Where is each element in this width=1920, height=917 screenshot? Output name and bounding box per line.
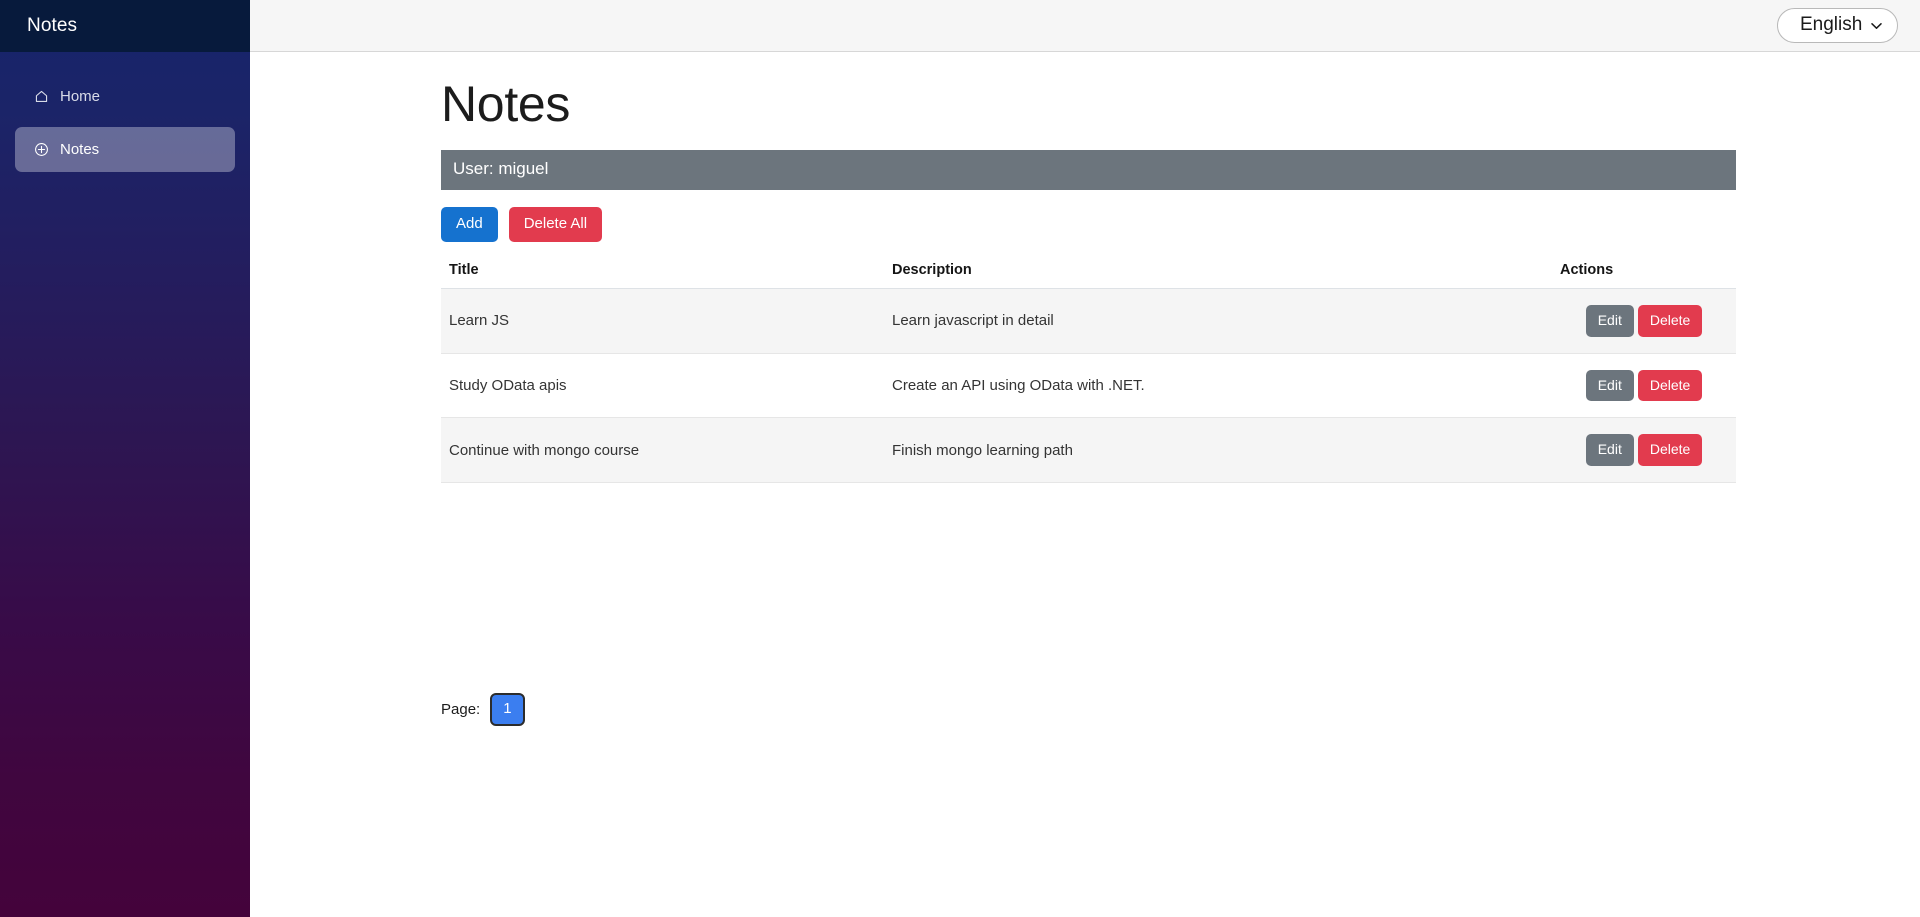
page-title: Notes [441, 76, 571, 132]
table-body: Learn JS Learn javascript in detail Edit… [441, 288, 1736, 484]
sidebar-item-home[interactable]: Home [15, 74, 235, 119]
table-header-row: Title Description Actions [441, 255, 1736, 289]
cell-actions: Edit Delete [1552, 288, 1736, 354]
cell-description: Learn javascript in detail [884, 288, 1552, 354]
cell-title: Learn JS [441, 288, 884, 354]
column-header-title: Title [441, 255, 884, 289]
content-inner: Notes User: miguel Add Delete All Title … [441, 76, 1736, 727]
cell-description: Finish mongo learning path [884, 417, 1552, 484]
sidebar: Notes Home Notes [0, 0, 250, 917]
sidebar-item-notes[interactable]: Notes [15, 127, 235, 172]
user-banner: User: miguel [441, 149, 1736, 190]
sidebar-item-notes-label: Notes [60, 141, 100, 158]
sidebar-brand: Notes [27, 15, 78, 36]
column-header-description: Description [884, 255, 1552, 289]
cell-actions: Edit Delete [1552, 417, 1736, 484]
app-root: Notes Home Notes English Notes User: mig… [0, 0, 1920, 917]
delete-button[interactable]: Delete [1637, 304, 1703, 337]
sidebar-nav: Home Notes [0, 52, 250, 180]
cell-actions: Edit Delete [1552, 353, 1736, 419]
delete-all-button[interactable]: Delete All [508, 206, 603, 242]
content-region: Notes User: miguel Add Delete All Title … [250, 52, 1920, 917]
cell-title: Continue with mongo course [441, 417, 884, 484]
notes-table: Title Description Actions Learn JS Learn… [441, 255, 1736, 484]
column-header-actions: Actions [1552, 255, 1736, 289]
table-head: Title Description Actions [441, 255, 1736, 289]
table-row: Learn JS Learn javascript in detail Edit… [441, 288, 1736, 354]
delete-button[interactable]: Delete [1637, 369, 1703, 402]
delete-button[interactable]: Delete [1637, 434, 1703, 467]
table-row: Continue with mongo course Finish mongo … [441, 417, 1736, 484]
page-button-1[interactable]: 1 [490, 693, 525, 727]
pagination: Page: 1 [441, 693, 1736, 727]
sidebar-item-home-label: Home [60, 88, 101, 105]
edit-button[interactable]: Edit [1585, 434, 1634, 467]
language-selector-wrap: English [1777, 8, 1898, 43]
table-row: Study OData apis Create an API using ODa… [441, 353, 1736, 419]
add-button[interactable]: Add [441, 206, 498, 242]
language-select[interactable]: English [1777, 8, 1898, 43]
top-bar: English [250, 0, 1920, 52]
edit-button[interactable]: Edit [1585, 304, 1634, 337]
cell-title: Study OData apis [441, 353, 884, 419]
pagination-label: Page: [441, 701, 481, 719]
home-icon [33, 88, 50, 105]
cell-description: Create an API using OData with .NET. [884, 353, 1552, 419]
edit-button[interactable]: Edit [1585, 369, 1634, 402]
sidebar-header: Notes [0, 0, 250, 52]
toolbar: Add Delete All [441, 206, 1736, 242]
main-area: English Notes User: miguel Add Delete Al… [250, 0, 1920, 917]
plus-circle-icon [33, 141, 50, 158]
